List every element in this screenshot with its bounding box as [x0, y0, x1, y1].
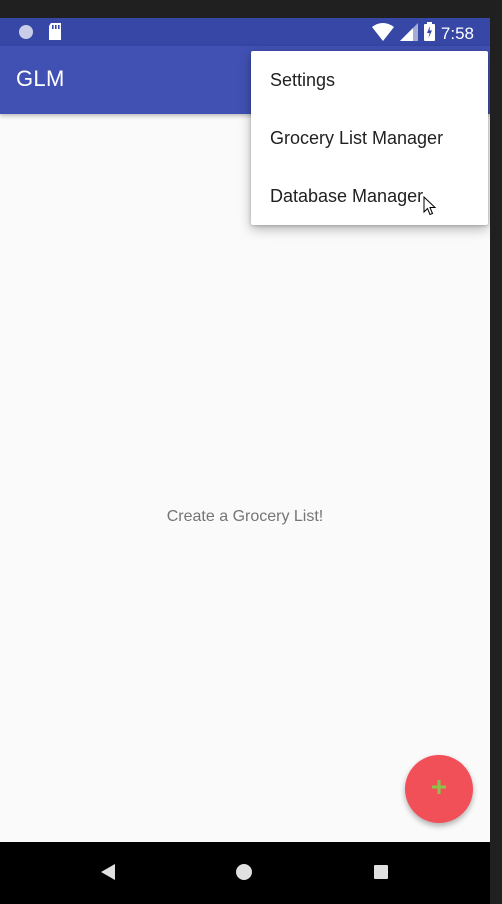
recents-icon	[373, 864, 389, 885]
plus-icon	[431, 779, 447, 800]
menu-item-settings[interactable]: Settings	[251, 51, 488, 109]
home-button[interactable]	[230, 860, 258, 888]
home-icon	[235, 863, 253, 886]
battery-charging-icon	[423, 22, 435, 46]
mouse-cursor-icon	[423, 195, 437, 221]
notification-dot-icon	[18, 24, 34, 45]
status-left	[18, 23, 62, 45]
status-right: 7:58	[371, 22, 474, 46]
wifi-icon	[371, 22, 394, 46]
status-time: 7:58	[440, 24, 474, 43]
empty-state-message: Create a Grocery List!	[166, 508, 324, 525]
app-title: GLM	[16, 66, 65, 91]
phone-screen: 7:58 GLM Create a Grocery List! Settings…	[0, 18, 490, 904]
overflow-menu: Settings Grocery List Manager Database M…	[251, 51, 488, 225]
status-bar: 7:58	[0, 18, 490, 46]
recents-button[interactable]	[367, 860, 395, 888]
menu-item-grocery-list-manager[interactable]: Grocery List Manager	[251, 109, 488, 167]
sd-card-icon	[48, 23, 62, 45]
menu-item-database-manager[interactable]: Database Manager	[251, 167, 488, 225]
navigation-bar	[0, 842, 490, 904]
device-frame: 7:58 GLM Create a Grocery List! Settings…	[0, 0, 502, 904]
back-icon	[99, 863, 117, 886]
add-list-fab[interactable]	[405, 755, 473, 823]
back-button[interactable]	[94, 860, 122, 888]
signal-icon	[399, 22, 418, 46]
